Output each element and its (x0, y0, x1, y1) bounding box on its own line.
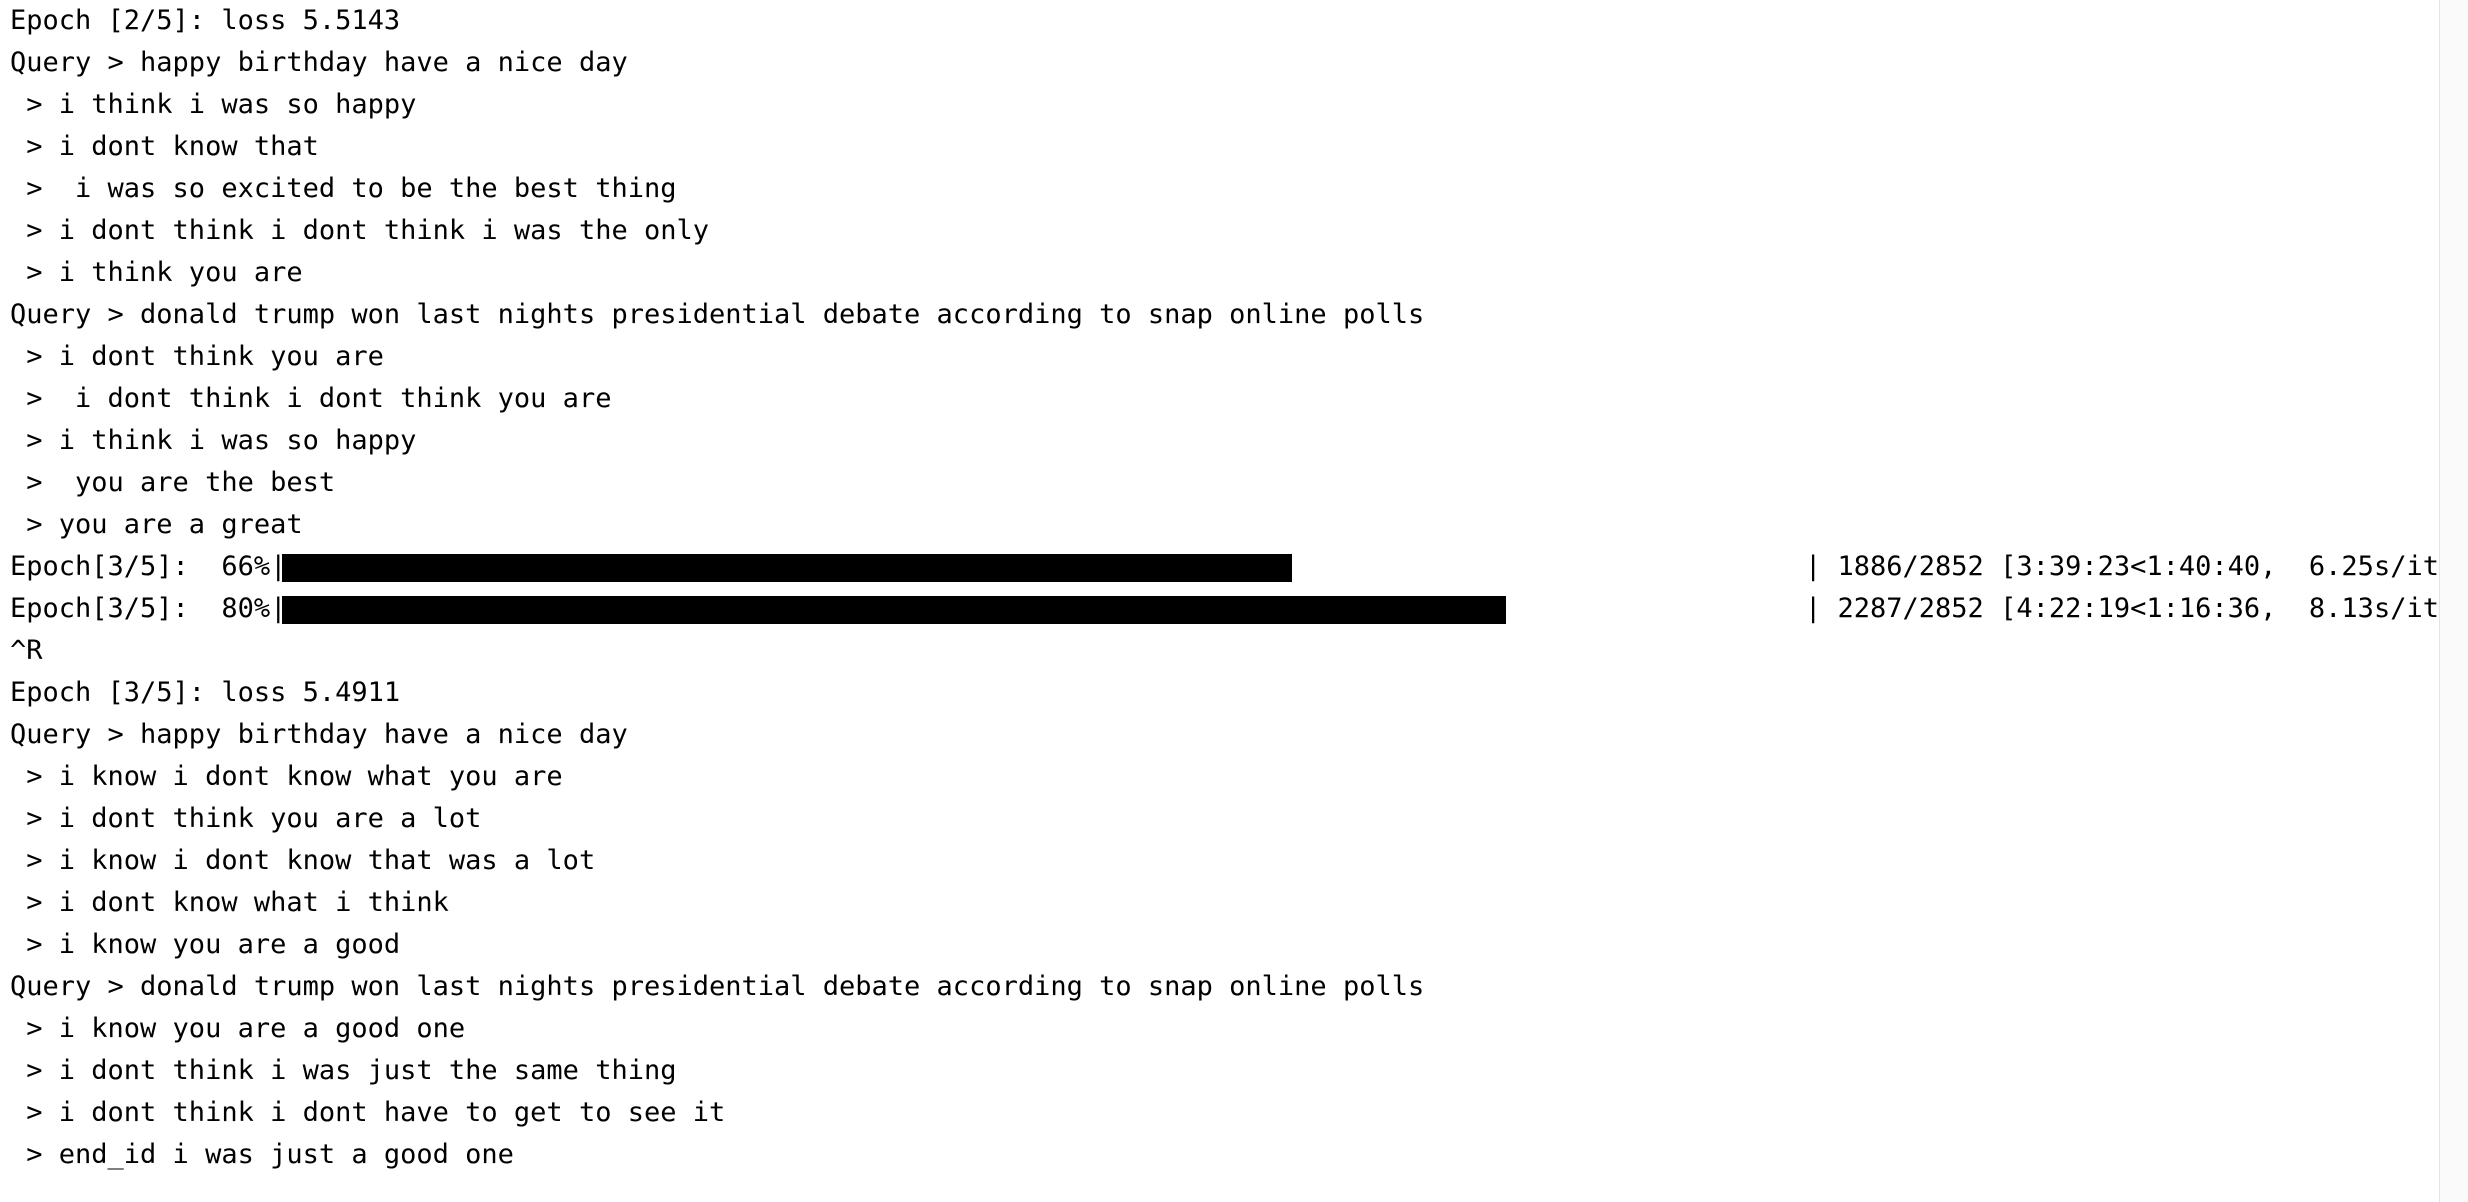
progress-bar-fill (282, 554, 1292, 582)
terminal-output[interactable]: Epoch [2/5]: loss 5.5143 Query > happy b… (0, 0, 2440, 1202)
terminal-line: Epoch [2/5]: loss 5.5143 (10, 5, 401, 36)
progress-bar-track (282, 588, 1812, 630)
progress-bar-track (282, 546, 1812, 588)
response-line: > i know you are a good (10, 929, 401, 960)
progress-bar-line: Epoch[3/5]: 66%| | 1886/2852 [3:39:23<1:… (10, 546, 2440, 588)
response-line: > i dont think you are a lot (10, 803, 482, 834)
response-line: > i think you are (10, 257, 303, 288)
response-line: > i was so excited to be the best thing (10, 173, 677, 204)
query-line: Query > donald trump won last nights pre… (10, 299, 1425, 330)
response-line: > i know i dont know that was a lot (10, 845, 596, 876)
response-line: > you are a great (10, 509, 303, 540)
response-line: > i dont know that (10, 131, 319, 162)
query-line: Query > happy birthday have a nice day (10, 47, 628, 78)
progress-suffix: | 2287/2852 [4:22:19<1:16:36, 8.13s/it] (1805, 593, 2440, 624)
response-line: > i dont think i dont think i was the on… (10, 215, 709, 246)
response-line: > i think i was so happy (10, 425, 417, 456)
response-line: > i think i was so happy (10, 89, 417, 120)
vertical-scrollbar[interactable] (2439, 0, 2468, 1202)
query-line: Query > happy birthday have a nice day (10, 719, 628, 750)
progress-suffix: | 1886/2852 [3:39:23<1:40:40, 6.25s/it] (1805, 551, 2440, 582)
response-line: > i know i dont know what you are (10, 761, 563, 792)
terminal-lines: Epoch [2/5]: loss 5.5143 Query > happy b… (10, 0, 2440, 1176)
progress-prefix: Epoch[3/5]: 66%| (10, 551, 287, 582)
response-line: > end_id i was just a good one (10, 1139, 514, 1170)
response-line: > i know you are a good one (10, 1013, 466, 1044)
progress-prefix: Epoch[3/5]: 80%| (10, 593, 287, 624)
response-line: > you are the best (10, 467, 336, 498)
response-line: > i dont think you are (10, 341, 384, 372)
response-line: > i dont know what i think (10, 887, 449, 918)
response-line: > i dont think i dont think you are (10, 383, 612, 414)
response-line: > i dont think i dont have to get to see… (10, 1097, 726, 1128)
query-line: Query > donald trump won last nights pre… (10, 971, 1425, 1002)
response-line: > i dont think i was just the same thing (10, 1055, 677, 1086)
progress-bar-line: Epoch[3/5]: 80%| | 2287/2852 [4:22:19<1:… (10, 588, 2440, 630)
progress-bar-fill (282, 596, 1506, 624)
